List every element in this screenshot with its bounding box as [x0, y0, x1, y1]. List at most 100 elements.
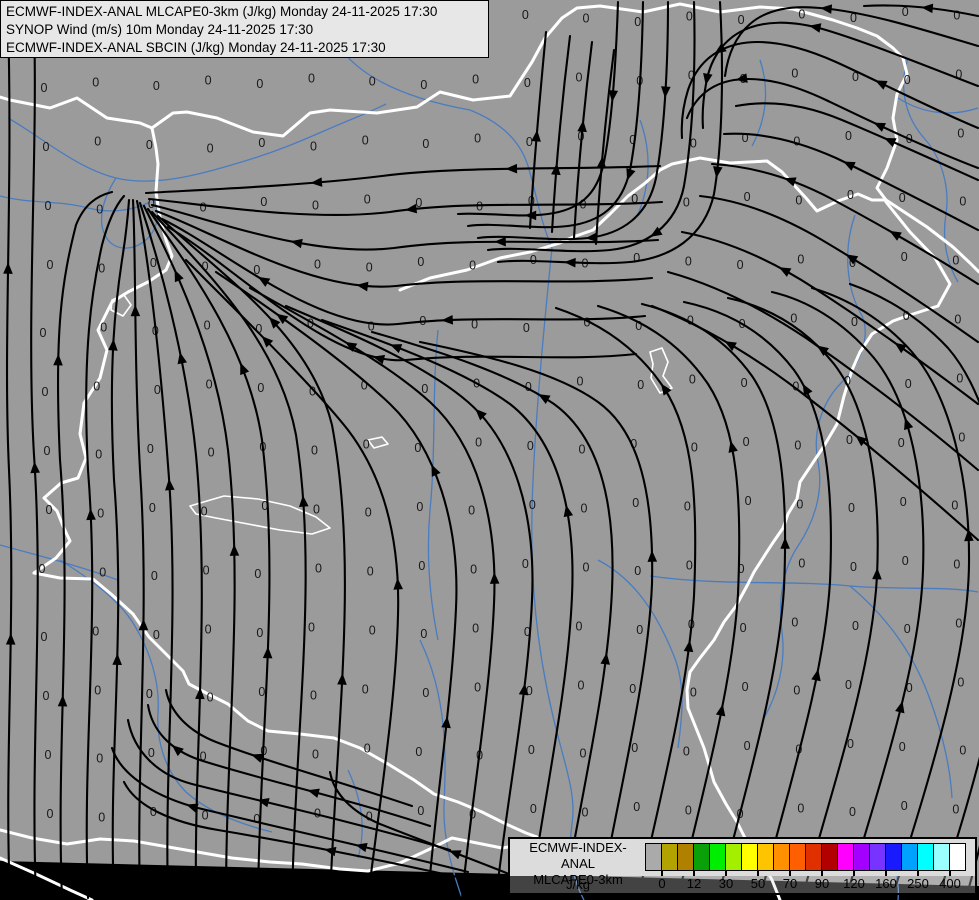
colorbar-tick-label: 0: [658, 876, 665, 891]
sbcin-zero-label: 0: [313, 502, 320, 516]
sbcin-zero-label: 0: [578, 679, 585, 693]
sbcin-zero-label: 0: [583, 561, 590, 575]
sbcin-zero-label: 0: [205, 73, 212, 87]
sbcin-zero-label: 0: [790, 311, 797, 325]
sbcin-zero-label: 0: [685, 254, 692, 268]
title-line-sbcin: ECMWF-INDEX-ANAL SBCIN (J/kg) Monday 24-…: [6, 39, 488, 57]
sbcin-zero-label: 0: [422, 137, 429, 151]
sbcin-zero-label: 0: [315, 561, 322, 575]
sbcin-zero-label: 0: [847, 188, 854, 202]
colorbar-cell: [854, 844, 870, 870]
sbcin-zero-label: 0: [154, 383, 161, 397]
sbcin-zero-label: 0: [98, 261, 105, 275]
sbcin-zero-label: 0: [96, 751, 103, 765]
sbcin-zero-label: 0: [738, 13, 745, 27]
sbcin-zero-label: 0: [743, 435, 750, 449]
sbcin-zero-label: 0: [153, 628, 160, 642]
colorbar-legend: ECMWF-INDEX-ANAL MLCAPE0-3km J/kg 012305…: [508, 837, 977, 895]
sbcin-zero-label: 0: [902, 554, 909, 568]
sbcin-zero-label: 0: [41, 81, 48, 95]
sbcin-zero-label: 0: [683, 195, 690, 209]
colorbar-tick-label: 400: [939, 876, 961, 891]
sbcin-zero-label: 0: [522, 8, 529, 22]
sbcin-zero-label: 0: [39, 562, 46, 576]
colorbar-tick-label: 70: [783, 876, 797, 891]
sbcin-zero-label: 0: [256, 626, 263, 640]
sbcin-zero-label: 0: [691, 440, 698, 454]
sbcin-zero-label: 0: [260, 195, 267, 209]
sbcin-zero-label: 0: [524, 76, 531, 90]
sbcin-zero-label: 0: [146, 138, 153, 152]
sbcin-zero-label: 0: [797, 252, 804, 266]
colorbar-cell: [918, 844, 934, 870]
sbcin-zero-label: 0: [898, 436, 905, 450]
sbcin-zero-label: 0: [523, 321, 530, 335]
sbcin-zero-label: 0: [364, 193, 371, 207]
sbcin-zero-label: 0: [363, 438, 370, 452]
sbcin-zero-label: 0: [685, 803, 692, 817]
sbcin-zero-label: 0: [576, 71, 583, 85]
sbcin-zero-label: 0: [797, 801, 804, 815]
sbcin-zero-label: 0: [47, 807, 54, 821]
sbcin-zero-label: 0: [369, 75, 376, 89]
sbcin-zero-label: 0: [684, 499, 691, 513]
colorbar-cell: [870, 844, 886, 870]
weather-map-stage: 0 0 0 0 0 0 0 0 0 0 0 0 0 0 0 0 0 0 0 0 0 0 0 0 0 0 0 0 0 0 0 0 0 0 0 0 0 0 0 0…: [0, 0, 979, 900]
sbcin-zero-label: 0: [791, 66, 798, 80]
sbcin-zero-label: 0: [43, 689, 50, 703]
sbcin-zero-label: 0: [637, 378, 644, 392]
sbcin-zero-label: 0: [958, 431, 965, 445]
sbcin-zero-label: 0: [951, 499, 958, 513]
sbcin-zero-label: 0: [204, 318, 211, 332]
sbcin-zero-label: 0: [580, 747, 587, 761]
sbcin-zero-label: 0: [468, 504, 475, 518]
sbcin-zero-label: 0: [959, 195, 966, 209]
sbcin-zero-label: 0: [848, 501, 855, 515]
sbcin-zero-label: 0: [952, 803, 959, 817]
sbcin-zero-label: 0: [791, 615, 798, 629]
title-line-synop-wind: SYNOP Wind (m/s) 10m Monday 24-11-2025 1…: [6, 21, 488, 39]
colorbar-tick-label: 250: [907, 876, 929, 891]
sbcin-zero-label: 0: [900, 495, 907, 509]
sbcin-zero-label: 0: [472, 622, 479, 636]
sbcin-zero-label: 0: [582, 806, 589, 820]
sbcin-zero-label: 0: [95, 447, 102, 461]
sbcin-zero-label: 0: [206, 377, 213, 391]
sbcin-zero-label: 0: [526, 135, 533, 149]
sbcin-zero-label: 0: [147, 442, 154, 456]
sbcin-zero-label: 0: [308, 620, 315, 634]
sbcin-zero-label: 0: [798, 7, 805, 21]
colorbar-tick-label: 90: [815, 876, 829, 891]
sbcin-zero-label: 0: [683, 744, 690, 758]
sbcin-zero-label: 0: [47, 258, 54, 272]
sbcin-zero-label: 0: [469, 259, 476, 273]
sbcin-zero-label: 0: [46, 503, 53, 517]
sbcin-zero-label: 0: [208, 445, 215, 459]
sbcin-zero-label: 0: [420, 78, 427, 92]
sbcin-zero-label: 0: [256, 77, 263, 91]
sbcin-zero-label: 0: [796, 497, 803, 511]
colorbar-tick-label: 50: [751, 876, 765, 891]
sbcin-zero-label: 0: [42, 385, 49, 399]
sbcin-zero-label: 0: [470, 563, 477, 577]
sbcin-zero-label: 0: [365, 506, 372, 520]
sbcin-zero-label: 0: [579, 443, 586, 457]
sbcin-zero-label: 0: [901, 250, 908, 264]
sbcin-zero-label: 0: [957, 127, 964, 141]
sbcin-zero-label: 0: [207, 141, 214, 155]
sbcin-zero-label: 0: [522, 557, 529, 571]
sbcin-zero-label: 0: [740, 621, 747, 635]
sbcin-zero-label: 0: [364, 742, 371, 756]
sbcin-zero-label: 0: [417, 804, 424, 818]
sbcin-zero-label: 0: [416, 500, 423, 514]
colorbar-cell: [662, 844, 678, 870]
sbcin-zero-label: 0: [846, 433, 853, 447]
sbcin-zero-label: 0: [422, 686, 429, 700]
sbcin-zero-label: 0: [905, 377, 912, 391]
sbcin-zero-label: 0: [845, 678, 852, 692]
sbcin-zero-label: 0: [899, 740, 906, 754]
sbcin-zero-label: 0: [415, 745, 422, 759]
sbcin-zero-label: 0: [474, 681, 481, 695]
sbcin-zero-label: 0: [310, 688, 317, 702]
sbcin-zero-label: 0: [99, 565, 106, 579]
